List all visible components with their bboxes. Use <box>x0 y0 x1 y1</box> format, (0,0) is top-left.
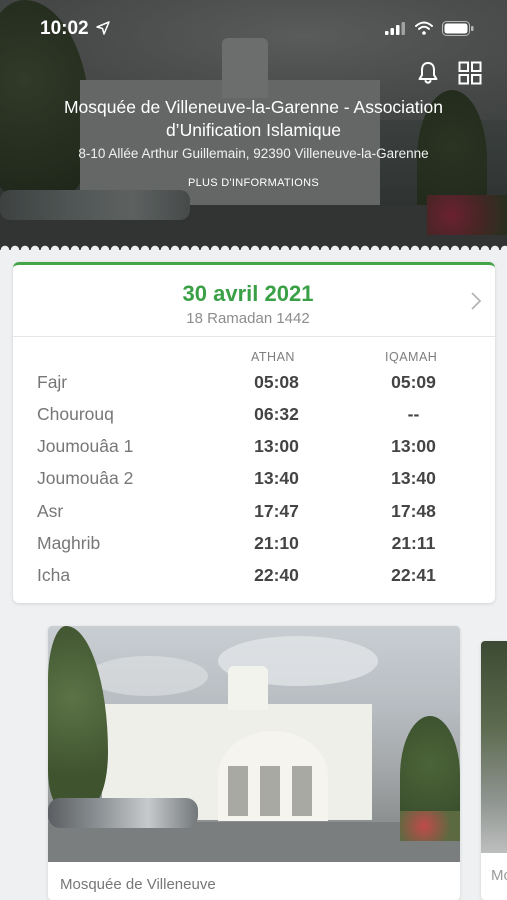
gallery-caption: Mosquée de Villeneuve <box>60 876 216 893</box>
athan-time: 22:40 <box>254 565 299 585</box>
gallery-card[interactable]: Mosquée de Villeneuve <box>48 626 460 900</box>
gallery-caption: Mo <box>491 867 507 884</box>
scalloped-edge <box>0 242 507 250</box>
hijri-date: 18 Ramadan 1442 <box>186 310 310 327</box>
mosque-photo <box>48 626 460 862</box>
iqamah-time: 22:41 <box>391 565 436 585</box>
prayer-name: Joumouâa 2 <box>37 468 134 488</box>
prayer-name: Fajr <box>37 372 68 392</box>
date-header[interactable]: 30 avril 2021 18 Ramadan 1442 <box>13 265 495 337</box>
athan-time: 06:32 <box>254 404 299 424</box>
grid-icon[interactable] <box>457 60 483 86</box>
status-bar: 10:02 <box>0 18 507 42</box>
iqamah-time: 17:48 <box>391 501 436 521</box>
iqamah-time: 13:40 <box>391 468 436 488</box>
header-actions <box>415 60 483 90</box>
bell-icon[interactable] <box>415 60 441 86</box>
prayer-name: Chourouq <box>37 404 114 424</box>
athan-column-header: ATHAN <box>251 350 295 364</box>
prayer-row: Joumouâa 1 13:00 13:00 <box>13 436 495 466</box>
battery-icon <box>442 21 474 36</box>
prayer-name: Maghrib <box>37 533 101 553</box>
prayer-row: Joumouâa 2 13:40 13:40 <box>13 468 495 498</box>
athan-time: 21:10 <box>254 533 299 553</box>
prayer-name: Asr <box>37 501 64 521</box>
tree <box>48 626 108 806</box>
prayer-row: Icha 22:40 22:41 <box>13 565 495 595</box>
mosque-name: Mosquée de Villeneuve-la-Garenne - Assoc… <box>63 97 444 140</box>
prayer-name: Joumouâa 1 <box>37 436 134 456</box>
athan-time: 13:40 <box>254 468 299 488</box>
iqamah-time: 21:11 <box>391 533 436 553</box>
wifi-icon <box>415 21 433 35</box>
iqamah-time: -- <box>407 404 420 424</box>
prayer-name: Icha <box>37 565 71 585</box>
mosque-arches <box>228 766 318 816</box>
parked-cars <box>48 798 198 828</box>
iqamah-column-header: IQAMAH <box>385 350 438 364</box>
chevron-right-icon[interactable] <box>469 291 483 311</box>
gallery-card[interactable]: Mo <box>481 641 507 900</box>
gregorian-date: 30 avril 2021 <box>182 281 314 306</box>
prayer-row: Asr 17:47 17:48 <box>13 501 495 531</box>
iqamah-time: 05:09 <box>391 372 436 392</box>
athan-time: 17:47 <box>254 501 299 521</box>
more-info-link[interactable]: PLUS D'INFORMATIONS <box>20 177 487 189</box>
mosque-tower <box>228 666 268 710</box>
road <box>48 822 460 862</box>
athan-time: 13:00 <box>254 436 299 456</box>
athan-time: 05:08 <box>254 372 299 392</box>
prayer-row: Chourouq 06:32 -- <box>13 404 495 434</box>
cloud <box>88 656 208 696</box>
mosque-photo <box>481 641 507 853</box>
location-arrow-icon <box>96 21 110 35</box>
cellular-signal-icon <box>385 22 405 35</box>
status-time: 10:02 <box>40 18 89 39</box>
flowers <box>400 811 460 841</box>
prayer-row: Maghrib 21:10 21:11 <box>13 533 495 563</box>
prayer-row: Fajr 05:08 05:09 <box>13 372 495 402</box>
prayer-times-card: 30 avril 2021 18 Ramadan 1442 ATHAN IQAM… <box>13 262 495 603</box>
mosque-address: 8-10 Allée Arthur Guillemain, 92390 Vill… <box>78 146 429 161</box>
iqamah-time: 13:00 <box>391 436 436 456</box>
